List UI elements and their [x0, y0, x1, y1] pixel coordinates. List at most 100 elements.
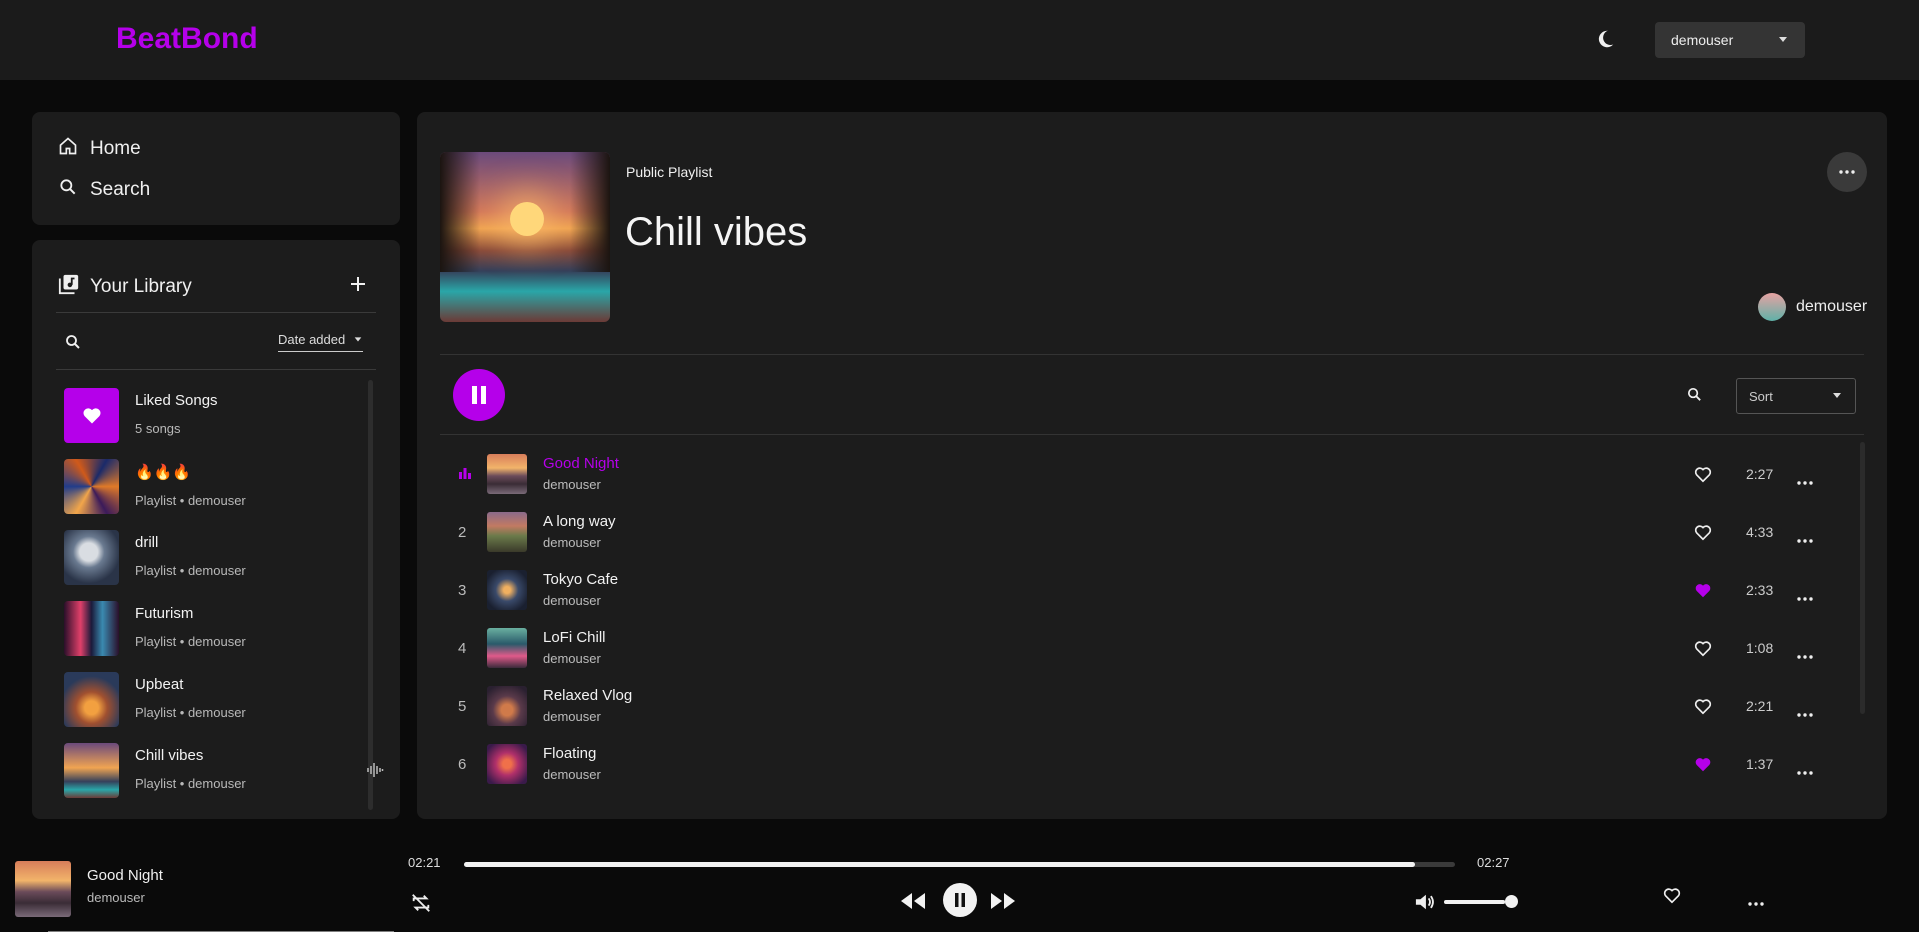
track-artist[interactable]: demouser: [543, 767, 601, 782]
heart-filled-icon[interactable]: [1694, 756, 1712, 778]
more-horizontal-icon[interactable]: [1797, 530, 1813, 548]
library-sort-select[interactable]: Date added: [278, 332, 364, 352]
nav-home[interactable]: Home: [58, 136, 141, 162]
track-artist[interactable]: demouser: [543, 651, 601, 666]
track-number: 6: [458, 756, 467, 773]
library-item-fire[interactable]: 🔥🔥🔥 Playlist • demouser: [64, 459, 364, 530]
track-row[interactable]: 4 LoFi Chill demouser 1:08: [440, 620, 1840, 678]
library-search-icon[interactable]: [64, 333, 82, 356]
volume-slider[interactable]: [1444, 900, 1512, 904]
top-bar: BeatBond demouser: [0, 0, 1919, 80]
heart-outline-icon[interactable]: [1694, 466, 1712, 488]
track-duration: 2:27: [1746, 466, 1774, 482]
nav-search-label: Search: [90, 179, 151, 200]
track-number: 5: [458, 698, 467, 715]
library-item-liked-songs[interactable]: Liked Songs 5 songs: [64, 388, 364, 459]
search-icon: [58, 177, 78, 203]
library-item-drill[interactable]: drill Playlist • demouser: [64, 530, 364, 601]
track-title: Tokyo Cafe: [543, 571, 619, 588]
now-playing-artist[interactable]: demouser: [87, 890, 145, 905]
track-list-scrollbar[interactable]: [1860, 442, 1865, 714]
total-time: 02:27: [1477, 855, 1510, 870]
now-playing-title[interactable]: Good Night: [87, 867, 163, 884]
library-item-futurism[interactable]: Futurism Playlist • demouser: [64, 601, 364, 672]
nav-search[interactable]: Search: [58, 177, 150, 203]
track-duration: 4:33: [1746, 524, 1774, 540]
track-row[interactable]: 2 A long way demouser 4:33: [440, 504, 1840, 562]
track-row[interactable]: 3 Tokyo Cafe demouser 2:33: [440, 562, 1840, 620]
track-thumbnail: [487, 686, 527, 726]
playlist-owner[interactable]: demouser: [1758, 293, 1867, 321]
playlist-type: Public Playlist: [626, 164, 713, 180]
track-artist[interactable]: demouser: [543, 593, 601, 608]
more-horizontal-icon[interactable]: [1797, 762, 1813, 780]
repeat-off-icon[interactable]: [410, 892, 432, 919]
volume-fill: [1444, 900, 1506, 904]
track-title: Good Night: [543, 455, 619, 472]
volume-icon[interactable]: [1414, 892, 1436, 917]
track-artist[interactable]: demouser: [543, 709, 601, 724]
track-row[interactable]: 5 Relaxed Vlog demouser 2:21: [440, 678, 1840, 736]
library-item-sub: Playlist • demouser: [135, 634, 246, 649]
heart-outline-icon[interactable]: [1694, 640, 1712, 662]
brand-logo[interactable]: BeatBond: [116, 22, 258, 56]
track-sort-select[interactable]: Sort: [1736, 378, 1856, 414]
track-sort-label: Sort: [1749, 388, 1773, 404]
track-row[interactable]: Good Night demouser 2:27: [440, 446, 1840, 504]
user-menu-select[interactable]: demouser: [1655, 22, 1805, 58]
more-horizontal-icon[interactable]: [1748, 893, 1764, 911]
add-icon[interactable]: [348, 274, 368, 294]
track-title: Floating: [543, 745, 597, 762]
track-title: Relaxed Vlog: [543, 687, 633, 704]
fast-forward-icon[interactable]: [990, 892, 1016, 915]
more-horizontal-icon[interactable]: [1797, 472, 1813, 490]
track-search-icon[interactable]: [1686, 386, 1703, 408]
progress-fill: [464, 862, 1416, 867]
divider: [56, 312, 376, 313]
track-number: 2: [458, 524, 467, 541]
more-options-button[interactable]: [1827, 152, 1867, 192]
more-horizontal-icon[interactable]: [1797, 646, 1813, 664]
library-panel: Your Library Date added Liked Songs 5 so…: [32, 240, 400, 819]
track-thumbnail: [487, 570, 527, 610]
library-item-sub: Playlist • demouser: [135, 563, 246, 578]
library-item-name: Futurism: [135, 605, 194, 622]
more-horizontal-icon[interactable]: [1797, 588, 1813, 606]
heart-outline-icon[interactable]: [1694, 524, 1712, 546]
pause-icon: [955, 893, 965, 907]
moon-icon[interactable]: [1594, 28, 1616, 50]
track-thumbnail: [487, 512, 527, 552]
rewind-icon[interactable]: [900, 892, 926, 915]
track-thumbnail: [487, 628, 527, 668]
player-bar: Good Night demouser 02:21 02:27: [0, 840, 1919, 932]
avatar: [1758, 293, 1786, 321]
divider: [440, 434, 1864, 435]
more-horizontal-icon: [1839, 170, 1855, 174]
library-item-chill-vibes[interactable]: Chill vibes Playlist • demouser: [64, 743, 384, 814]
progress-bar[interactable]: [464, 862, 1455, 867]
divider: [56, 369, 376, 370]
track-title: A long way: [543, 513, 616, 530]
now-playing-thumbnail: [15, 861, 71, 917]
heart-outline-icon[interactable]: [1694, 698, 1712, 720]
heart-filled-icon[interactable]: [1694, 582, 1712, 604]
track-row[interactable]: 6 Floating demouser 1:37: [440, 736, 1840, 794]
more-horizontal-icon[interactable]: [1797, 704, 1813, 722]
playlist-cover: [64, 743, 119, 798]
library-scrollbar[interactable]: [368, 380, 373, 810]
volume-knob[interactable]: [1505, 895, 1518, 908]
pause-button[interactable]: [943, 883, 977, 917]
library-item-name: drill: [135, 534, 159, 551]
playlist-cover: [64, 672, 119, 727]
pause-button[interactable]: [453, 369, 505, 421]
track-artist[interactable]: demouser: [543, 535, 601, 550]
track-number: 4: [458, 640, 467, 657]
playlist-cover: [64, 530, 119, 585]
heart-outline-icon[interactable]: [1663, 887, 1681, 909]
divider: [440, 354, 1864, 355]
library-header[interactable]: Your Library: [58, 273, 192, 301]
library-item-upbeat[interactable]: Upbeat Playlist • demouser: [64, 672, 364, 743]
library-list: Liked Songs 5 songs 🔥🔥🔥 Playlist • demou…: [64, 388, 384, 814]
playlist-cover: [64, 459, 119, 514]
track-artist[interactable]: demouser: [543, 477, 601, 492]
